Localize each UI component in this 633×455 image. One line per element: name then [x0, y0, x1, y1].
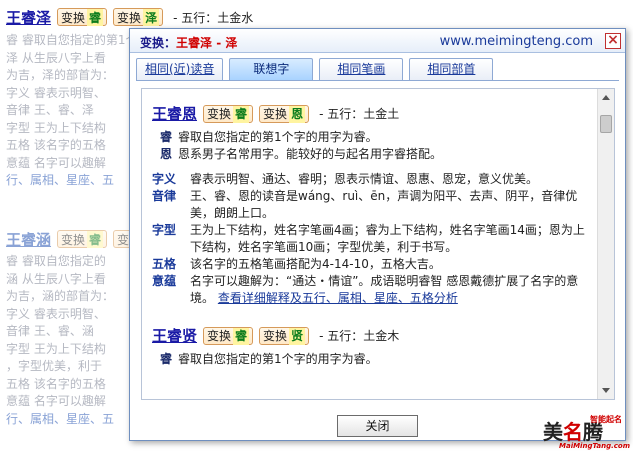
dialog-tabs: 相同(近)读音 联想字 相同笔画 相同部首 — [136, 58, 494, 80]
char-text: 恩系男子名常用字。能较好的与起名用字睿搭配。 — [178, 147, 443, 161]
scroll-thumb[interactable] — [600, 115, 612, 133]
results-panel[interactable]: 王睿恩 变换 睿 变换 恩 - 五行：土金土 睿睿取自您指定的第1个字的用字为睿… — [141, 88, 615, 400]
field-label: 音律 — [152, 189, 177, 203]
swap-label: 变换 — [263, 328, 288, 343]
entry-header: 王睿恩 变换 睿 变换 恩 - 五行：土金土 — [152, 103, 592, 125]
detail-analysis-link[interactable]: 查看详细解释及五行、属相、星座、五格分析 — [218, 291, 458, 305]
swap-label: 变换 — [207, 328, 232, 343]
field-phonology: 音律 王、睿、恩的读音是wáng、ruì、ēn，声调为阳平、去声、阴平，音律优美… — [152, 188, 592, 222]
swap-label: 变换 — [61, 232, 86, 247]
field-meaning: 字义 睿表示明智、通达、睿明；恩表示情谊、恩惠、恩宠，意义优美。 — [152, 171, 592, 188]
field-connotation: 意蕴 名字可以趣解为：“通达・情谊”。成语聪明睿智 感恩戴德扩展了名字的意境。 … — [152, 273, 592, 307]
swap-label: 变换 — [263, 106, 288, 121]
field-five-grids: 五格 该名字的五格笔画搭配为4-14-10，五格大吉。 — [152, 256, 592, 273]
tab-associated-chars[interactable]: 联想字 — [229, 58, 314, 80]
bg-line: 字义 睿表示明智、 — [6, 306, 106, 321]
dialog-title-bar[interactable]: 变换：王睿泽 - 泽 www.meimingteng.com × — [130, 29, 625, 53]
bg-detail-link[interactable]: 行、属相、星座、五 — [6, 411, 114, 429]
swap-char: 睿 — [87, 8, 104, 26]
swap-char: 睿 — [87, 230, 104, 248]
swap-second-button[interactable]: 变换 贤 — [259, 327, 310, 345]
title-separator: - — [212, 36, 226, 50]
field-label: 字义 — [152, 172, 177, 186]
bg-line: 涵 从生辰八字上看 — [6, 271, 106, 286]
dialog-title: 变换：王睿泽 - 泽 — [140, 34, 237, 51]
tab-same-strokes[interactable]: 相同笔画 — [319, 58, 404, 80]
bg-swap-second-button[interactable]: 变换 泽 — [113, 8, 164, 26]
bg-entry-body: 睿 睿取自您指定的 涵 从生辰八字上看 为吉，涵的部首为： 字义 睿表示明智、 … — [6, 253, 114, 428]
bg-entry-name-link[interactable]: 王睿泽 — [6, 7, 51, 28]
entry-wuxing: - 五行：土金土 — [319, 106, 400, 121]
logo-tagline: 智能起名 — [590, 415, 622, 424]
char-explanation: 睿睿取自您指定的第1个字的用字为睿。 — [160, 351, 592, 368]
bg-line: 为吉，涵的部首为： — [6, 289, 115, 303]
char-label: 恩 — [160, 147, 173, 161]
results-list: 王睿恩 变换 睿 变换 恩 - 五行：土金土 睿睿取自您指定的第1个字的用字为睿… — [152, 89, 592, 368]
site-logo: 美名腾 智能起名 MaiMingTang.com — [543, 412, 631, 452]
tab-divider — [136, 80, 619, 81]
swap-second-button[interactable]: 变换 恩 — [259, 105, 310, 123]
swap-first-button[interactable]: 变换 睿 — [203, 105, 254, 123]
field-text: 王为上下结构，姓名字笔画4画；睿为上下结构，姓名字笔画14画；恩为上下结构，姓名… — [190, 223, 585, 254]
swap-char: 泽 — [143, 8, 160, 26]
char-explanation: 睿睿取自您指定的第1个字的用字为睿。 — [160, 129, 592, 146]
tab-same-radical[interactable]: 相同部首 — [409, 58, 494, 80]
close-button[interactable]: 关闭 — [337, 415, 418, 437]
logo-char: 名 — [563, 420, 583, 444]
char-text: 睿取自您指定的第1个字的用字为睿。 — [178, 352, 378, 366]
title-char: 泽 — [225, 36, 238, 50]
bg-line: ，字型优美，利于 — [6, 359, 103, 373]
tab-same-pronunciation[interactable]: 相同(近)读音 — [136, 58, 224, 80]
bg-wuxing: - 五行：土金水 — [173, 10, 254, 25]
field-text: 该名字的五格笔画搭配为4-14-10，五格大吉。 — [190, 257, 441, 271]
field-label: 意蕴 — [152, 274, 177, 288]
swap-char: 睿 — [233, 327, 250, 345]
logo-url: MaiMingTang.com — [559, 442, 631, 450]
bg-line: 睿 睿取自您指定的 — [6, 254, 106, 268]
swap-label: 变换 — [61, 10, 86, 25]
field-glyph-structure: 字型 王为上下结构，姓名字笔画4画；睿为上下结构，姓名字笔画14画；恩为上下结构… — [152, 222, 592, 256]
bg-line: 五格 该名字的五格 — [6, 376, 106, 391]
swap-char: 恩 — [289, 105, 306, 123]
swap-label: 变换 — [117, 10, 142, 25]
field-text: 王、睿、恩的读音是wáng、ruì、ēn，声调为阳平、去声、阴平，音律优美，朗朗… — [190, 189, 578, 220]
swap-first-button[interactable]: 变换 睿 — [203, 327, 254, 345]
close-x-icon[interactable]: × — [605, 33, 621, 49]
entry-wuxing: - 五行：土金木 — [319, 328, 400, 343]
entry-name-link[interactable]: 王睿贤 — [152, 327, 197, 345]
char-text: 睿取自您指定的第1个字的用字为睿。 — [178, 130, 378, 144]
dialog-site-url: www.meimingteng.com — [439, 34, 593, 49]
bg-line: 字型 王为上下结构 — [6, 341, 106, 356]
field-text: 睿表示明智、通达、睿明；恩表示情谊、恩惠、恩宠，意义优美。 — [190, 172, 539, 186]
swap-char: 睿 — [233, 105, 250, 123]
swap-dialog: 变换：王睿泽 - 泽 www.meimingteng.com × 相同(近)读音… — [129, 28, 626, 441]
title-prefix: 变换： — [140, 36, 177, 50]
char-explanation: 恩恩系男子名常用字。能较好的与起名用字睿搭配。 — [160, 146, 592, 163]
char-label: 睿 — [160, 352, 173, 366]
title-name: 王睿泽 — [176, 36, 213, 50]
logo-char: 美 — [543, 420, 563, 444]
swap-label: 变换 — [207, 106, 232, 121]
bg-swap-first-button[interactable]: 变换 睿 — [57, 230, 108, 248]
entry-name-link[interactable]: 王睿恩 — [152, 105, 197, 123]
bg-entry-name-link[interactable]: 王睿涵 — [6, 229, 51, 250]
bg-line: 意蕴 名字可以趣解 — [6, 394, 106, 408]
swap-char: 贤 — [289, 327, 306, 345]
field-label: 字型 — [152, 223, 177, 237]
scroll-down-arrow-icon[interactable] — [602, 388, 610, 393]
bg-entry-header: 王睿泽 变换 睿 变换 泽 - 五行：土金水 — [6, 6, 253, 28]
bg-line: 音律 王、睿、涵 — [6, 324, 94, 338]
scroll-up-arrow-icon[interactable] — [602, 95, 610, 100]
bg-swap-first-button[interactable]: 变换 睿 — [57, 8, 108, 26]
entry-header: 王睿贤 变换 睿 变换 贤 - 五行：土金木 — [152, 325, 592, 347]
vertical-scrollbar[interactable] — [597, 89, 614, 399]
field-label: 五格 — [152, 257, 177, 271]
char-label: 睿 — [160, 130, 173, 144]
